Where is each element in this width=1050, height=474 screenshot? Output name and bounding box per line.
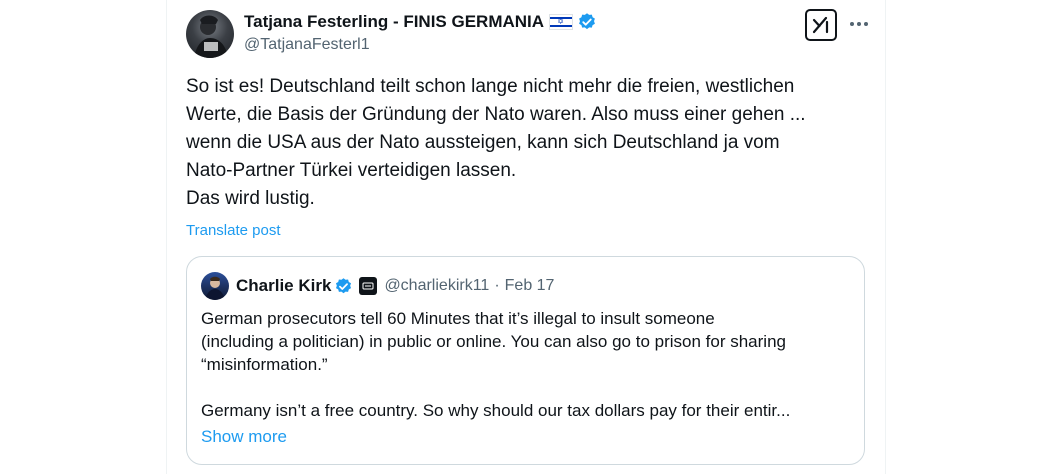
post-text-line: Werte, die Basis der Gründung der Nato w… [186, 104, 806, 125]
translate-post-link[interactable]: Translate post [186, 222, 281, 239]
verified-badge-icon[interactable] [577, 12, 597, 32]
post-text: So ist es! Deutschland teilt schon lange… [186, 73, 866, 213]
post-text-line: So ist es! Deutschland teilt schon lange… [186, 76, 795, 97]
quoted-author-handle[interactable]: @charliekirk11 [384, 277, 489, 295]
quoted-text-line: “misinformation.” [201, 355, 328, 374]
affiliation-badge-icon[interactable] [359, 277, 378, 295]
post-header: Tatjana Festerling - FINIS GERMANIA ✡ @T… [244, 10, 869, 60]
post-text-line: Das wird lustig. [186, 188, 315, 209]
post-text-line: wenn die USA aus der Nato aussteigen, ka… [186, 132, 780, 153]
post-text-line: Nato-Partner Türkei verteidigen lassen. [186, 160, 517, 181]
quoted-text-line: Germany isn’t a free country. So why sho… [201, 401, 791, 420]
quoted-post-text: German prosecutors tell 60 Minutes that … [201, 307, 851, 422]
verified-badge-icon[interactable] [334, 277, 353, 296]
quoted-post-header: Charlie Kirk @charliekirk11 · Feb 17 [236, 273, 554, 299]
quoted-author-name[interactable]: Charlie Kirk [236, 276, 331, 296]
show-more-link[interactable]: Show more [201, 427, 287, 447]
quoted-text-line: German prosecutors tell 60 Minutes that … [201, 309, 715, 328]
quoted-post-date[interactable]: Feb 17 [505, 277, 555, 295]
meta-separator: · [494, 277, 500, 294]
israel-flag-icon: ✡ [549, 14, 574, 30]
author-avatar[interactable] [186, 10, 234, 58]
quoted-text-line [201, 376, 851, 399]
post-page: Tatjana Festerling - FINIS GERMANIA ✡ @T… [0, 0, 1050, 474]
grok-icon[interactable] [805, 9, 837, 41]
quoted-author-avatar[interactable] [201, 272, 229, 300]
quoted-text-line: (including a politician) in public or on… [201, 332, 786, 351]
quoted-post[interactable]: Charlie Kirk @charliekirk11 · Feb 17 Ger… [186, 256, 865, 465]
post[interactable]: Tatjana Festerling - FINIS GERMANIA ✡ @T… [167, 0, 885, 474]
author-handle[interactable]: @TatjanaFesterl1 [244, 36, 869, 54]
author-display-name[interactable]: Tatjana Festerling - FINIS GERMANIA [244, 12, 544, 32]
timeline-right-border [885, 0, 886, 474]
more-icon[interactable] [847, 12, 871, 36]
